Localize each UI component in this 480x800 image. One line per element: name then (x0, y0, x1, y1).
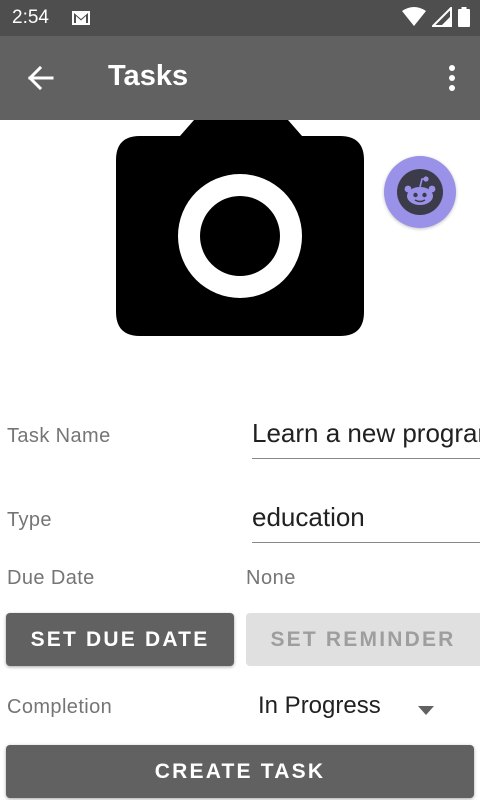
back-arrow-icon[interactable] (26, 64, 54, 97)
set-due-date-button[interactable]: SET DUE DATE (6, 613, 234, 666)
completion-label: Completion (7, 696, 113, 718)
set-reminder-button[interactable]: SET REMINDER (246, 613, 480, 666)
completion-value: In Progress (258, 692, 381, 719)
create-task-button[interactable]: CREATE TASK (6, 745, 474, 798)
completion-dropdown[interactable]: In Progress (246, 686, 446, 728)
gmail-icon (72, 11, 90, 30)
task-name-value: Learn a new programming language (252, 418, 480, 448)
signal-icon (430, 5, 452, 32)
reddit-robot-icon (397, 169, 443, 215)
battery-icon (458, 7, 470, 32)
type-value: education (252, 502, 365, 532)
camera-icon[interactable] (114, 118, 366, 343)
task-name-label: Task Name (7, 425, 111, 447)
wifi-icon (402, 7, 426, 32)
assistant-fab[interactable] (384, 156, 456, 228)
page-title: Tasks (108, 60, 189, 92)
system-icons (402, 5, 470, 32)
app-bar: Tasks (0, 36, 480, 120)
type-label: Type (7, 509, 52, 531)
type-input[interactable]: education (252, 502, 480, 543)
task-name-input[interactable]: Learn a new programming language (252, 418, 480, 459)
dropdown-arrow-icon (418, 702, 434, 720)
more-options-icon[interactable] (448, 64, 456, 97)
due-date-label: Due Date (7, 567, 95, 589)
due-date-value: None (246, 567, 296, 589)
status-time: 2:54 (12, 7, 49, 28)
status-bar: 2:54 (0, 0, 480, 36)
